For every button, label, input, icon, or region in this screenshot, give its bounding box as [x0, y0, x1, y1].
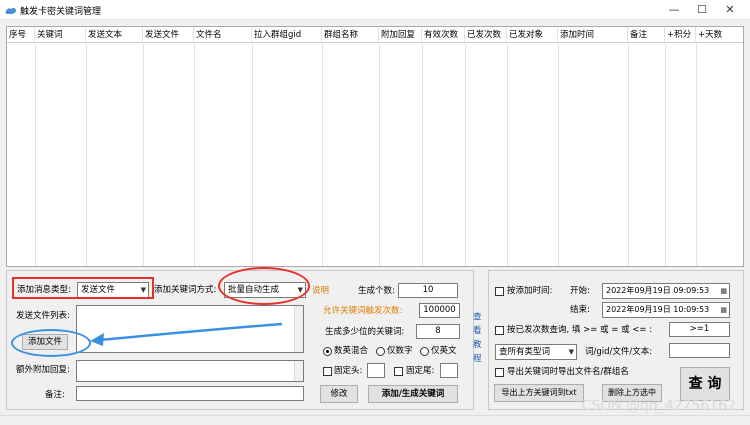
radio-mixed-label[interactable]: 数英混合: [334, 345, 368, 357]
by-add-time-label[interactable]: 按添加时间:: [507, 285, 552, 297]
add-generate-button[interactable]: 添加/生成关键词: [368, 385, 458, 403]
column-header-index[interactable]: 序号: [7, 27, 35, 43]
close-button[interactable]: ✕: [716, 0, 744, 20]
column-divider: [465, 43, 466, 266]
column-header-send-text[interactable]: 发送文本: [86, 27, 143, 43]
chevron-down-icon: ▼: [568, 348, 574, 356]
scrollbar[interactable]: [294, 361, 303, 381]
by-sent-count-checkbox[interactable]: [495, 326, 504, 335]
column-divider: [252, 43, 253, 266]
annotation-blue-oval: [11, 329, 91, 357]
column-header-sent-count[interactable]: 已发次数: [465, 27, 507, 43]
fixed-tail-input[interactable]: [440, 363, 458, 378]
column-divider: [322, 43, 323, 266]
extra-reply-input[interactable]: [76, 360, 304, 382]
status-strip: [0, 415, 750, 425]
annotation-blue-arrow: [90, 322, 283, 346]
sent-count-condition-input[interactable]: >=1: [669, 322, 730, 337]
window-title: 触发卡密关键词管理: [20, 7, 102, 17]
title-bar: 触发卡密关键词管理 — ☐ ✕: [0, 0, 750, 20]
note-input[interactable]: [76, 386, 304, 401]
column-header-points[interactable]: +积分: [665, 27, 696, 43]
column-header-sent-target[interactable]: 已发对象: [507, 27, 558, 43]
tutorial-link[interactable]: 查看教程: [473, 310, 483, 366]
column-divider: [558, 43, 559, 266]
fixed-head-input[interactable]: [367, 363, 385, 378]
column-divider: [422, 43, 423, 266]
column-divider: [696, 43, 697, 266]
digits-input[interactable]: 8: [416, 324, 460, 339]
radio-digits-label[interactable]: 仅数字: [387, 345, 413, 357]
end-datetime-value: 2022年09月19日 10:09:53: [606, 305, 710, 314]
column-header-group-name[interactable]: 群组名称: [322, 27, 379, 43]
query-button[interactable]: 查 询: [680, 367, 730, 401]
type-filter-value: 查所有类型词: [499, 347, 551, 357]
calendar-icon[interactable]: ▦: [720, 284, 727, 298]
by-add-time-checkbox[interactable]: [495, 287, 504, 296]
column-header-group-gid[interactable]: 拉入群组gid: [252, 27, 322, 43]
edit-button[interactable]: 修改: [320, 385, 358, 403]
fixed-tail-checkbox[interactable]: [394, 367, 403, 376]
word-gid-input[interactable]: [669, 343, 730, 358]
column-header-send-file[interactable]: 发送文件: [143, 27, 194, 43]
trigger-count-label: 允许关键词触发次数:: [323, 306, 403, 316]
end-datetime-picker[interactable]: 2022年09月19日 10:09:53 ▦: [602, 302, 730, 318]
column-divider: [35, 43, 36, 266]
calendar-icon[interactable]: ▦: [720, 303, 727, 317]
export-names-label[interactable]: 导出关键词时导出文件名/群组名: [507, 366, 629, 378]
column-header-note[interactable]: 备注: [628, 27, 665, 43]
column-header-valid-count[interactable]: 有效次数: [422, 27, 465, 43]
file-list-label: 发送文件列表:: [16, 311, 70, 321]
by-sent-count-label[interactable]: 按已发次数查询, 填 >= 或 = 或 <= :: [507, 324, 652, 336]
trigger-count-input[interactable]: 100000: [419, 303, 460, 318]
note-label: 备注:: [45, 390, 65, 400]
maximize-button[interactable]: ☐: [688, 0, 716, 20]
radio-digits[interactable]: [376, 347, 385, 356]
table-header: 序号 关键词 发送文本 发送文件 文件名 拉入群组gid 群组名称 附加回复 有…: [7, 27, 743, 43]
export-keywords-button[interactable]: 导出上方关键词到txt: [494, 384, 584, 402]
start-label: 开始:: [570, 286, 590, 296]
digits-label: 生成多少位的关键词:: [325, 327, 405, 337]
fixed-head-label[interactable]: 固定头:: [334, 365, 362, 377]
explain-link[interactable]: 说明: [312, 285, 329, 297]
radio-mixed[interactable]: [323, 347, 332, 356]
keyword-table[interactable]: 序号 关键词 发送文本 发送文件 文件名 拉入群组gid 群组名称 附加回复 有…: [6, 26, 744, 267]
scrollbar[interactable]: [294, 306, 303, 352]
type-filter-select[interactable]: 查所有类型词 ▼: [495, 344, 577, 360]
annotation-red-rect: [12, 277, 154, 299]
column-header-extra-reply[interactable]: 附加回复: [379, 27, 422, 43]
gen-count-input[interactable]: 10: [398, 283, 458, 298]
word-gid-label: 词/gid/文件/文本:: [585, 347, 653, 357]
column-header-days[interactable]: +天数: [696, 27, 743, 43]
annotation-red-oval: [218, 267, 310, 305]
column-divider: [379, 43, 380, 266]
minimize-button[interactable]: —: [660, 0, 688, 20]
column-divider: [665, 43, 666, 266]
column-header-add-time[interactable]: 添加时间: [558, 27, 628, 43]
add-mode-label: 添加关键词方式:: [154, 285, 217, 295]
watermark-text: CSDN @qq_42756162: [581, 398, 736, 414]
column-divider: [628, 43, 629, 266]
column-divider: [194, 43, 195, 266]
column-header-keyword[interactable]: 关键词: [35, 27, 86, 43]
extra-reply-label: 额外附加回复:: [16, 365, 70, 375]
column-divider: [86, 43, 87, 266]
radio-letters-label[interactable]: 仅英文: [431, 345, 457, 357]
end-label: 结束:: [570, 305, 590, 315]
app-icon: [5, 7, 17, 14]
start-datetime-value: 2022年09月19日 09:09:53: [606, 286, 710, 295]
start-datetime-picker[interactable]: 2022年09月19日 09:09:53 ▦: [602, 283, 730, 299]
fixed-head-checkbox[interactable]: [323, 367, 332, 376]
fixed-tail-label[interactable]: 固定尾:: [406, 365, 434, 377]
export-names-checkbox[interactable]: [495, 368, 504, 377]
column-divider: [507, 43, 508, 266]
radio-letters[interactable]: [420, 347, 429, 356]
column-divider: [143, 43, 144, 266]
column-header-file-name[interactable]: 文件名: [194, 27, 252, 43]
gen-count-label: 生成个数:: [358, 286, 395, 296]
